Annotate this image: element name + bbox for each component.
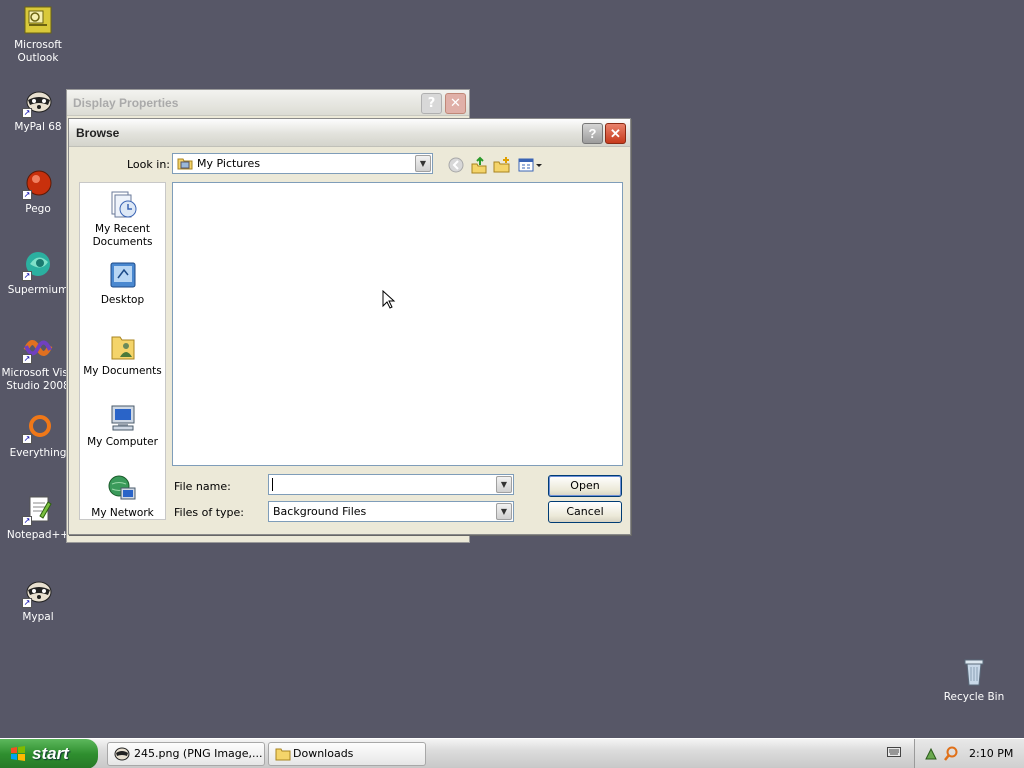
my-network-icon — [106, 473, 140, 505]
desktop-icon-supermium[interactable]: ↗ Supermium — [0, 249, 76, 297]
look-in-value: My Pictures — [197, 157, 261, 170]
folder-icon — [177, 157, 193, 170]
place-desktop[interactable]: Desktop — [80, 260, 165, 307]
new-folder-icon[interactable] — [493, 156, 511, 174]
shortcut-arrow-icon: ↗ — [22, 108, 32, 118]
close-button[interactable]: ✕ — [605, 123, 626, 144]
back-icon[interactable] — [447, 156, 465, 174]
outlook-icon — [22, 4, 54, 36]
everything-icon: ↗ — [22, 412, 54, 444]
desktop-icon-visual-studio[interactable]: ↗ Microsoft Visu Studio 2008 — [0, 332, 76, 393]
desktop-icon-label: Pego — [25, 203, 51, 215]
desktop-icon-pego[interactable]: ↗ Pego — [0, 168, 76, 216]
place-my-recent-documents[interactable]: My Recent Documents — [80, 189, 165, 249]
shortcut-arrow-icon: ↗ — [22, 354, 32, 364]
keyboard-icon[interactable] — [887, 746, 901, 758]
browse-dialog[interactable]: Browse ? ✕ Look in: My Pictures ▼ My Rec… — [68, 118, 631, 535]
desktop-icon-mypal68[interactable]: ↗ MyPal 68 — [0, 86, 76, 134]
chevron-down-icon[interactable]: ▼ — [415, 155, 431, 172]
desktop-icon-everything[interactable]: ↗ Everything — [0, 412, 76, 460]
desktop-icon-label: MyPal 68 — [14, 121, 62, 133]
place-label: My Recent Documents — [92, 223, 153, 248]
help-button[interactable]: ? — [421, 93, 442, 114]
shortcut-arrow-icon: ↗ — [22, 190, 32, 200]
system-tray: 2:10 PM — [914, 739, 1024, 768]
file-name-field[interactable]: ▼ — [268, 474, 514, 495]
taskbar: start 245.png (PNG Image,... Downloads 2… — [0, 738, 1024, 768]
desktop-icon-outlook[interactable]: Microsoft Outlook — [0, 4, 76, 65]
clock[interactable]: 2:10 PM — [969, 747, 1013, 760]
display-properties-titlebar[interactable]: Display Properties ? ✕ — [67, 90, 469, 116]
files-of-type-value: Background Files — [273, 505, 367, 518]
mypal-icon — [114, 747, 130, 761]
search-icon[interactable] — [943, 746, 959, 762]
dialog-title: Browse — [76, 126, 120, 140]
shortcut-arrow-icon: ↗ — [22, 434, 32, 444]
desktop-icon-label: Recycle Bin — [943, 691, 1005, 703]
windows-flag-icon — [11, 746, 25, 761]
place-label: Desktop — [100, 294, 145, 306]
taskbar-task-png-image[interactable]: 245.png (PNG Image,... — [107, 742, 265, 766]
shortcut-arrow-icon: ↗ — [22, 271, 32, 281]
task-label: 245.png (PNG Image,... — [134, 747, 263, 760]
desktop-icon-label: Microsoft Outlook — [14, 39, 62, 64]
desktop-icon-label: Everything — [9, 447, 67, 459]
desktop-icon — [106, 260, 140, 292]
places-bar: My Recent Documents Desktop My Documents… — [79, 182, 166, 520]
my-computer-icon — [106, 402, 140, 434]
my-documents-icon — [106, 331, 140, 363]
desktop-icon-notepadpp[interactable]: ↗ Notepad++ — [0, 494, 76, 542]
place-label: My Documents — [83, 365, 162, 377]
notepadpp-icon: ↗ — [22, 494, 54, 526]
views-menu-icon[interactable] — [517, 156, 543, 174]
chevron-down-icon[interactable]: ▼ — [496, 503, 512, 520]
start-label: start — [32, 744, 69, 763]
cancel-button[interactable]: Cancel — [548, 501, 622, 523]
desktop-icon-label: Mypal — [22, 611, 54, 623]
window-title: Display Properties — [73, 96, 179, 110]
file-name-label: File name: — [174, 480, 231, 493]
start-button[interactable]: start — [0, 739, 98, 768]
chevron-down-icon[interactable]: ▼ — [496, 476, 512, 493]
pego-icon: ↗ — [22, 168, 54, 200]
place-label: My Computer — [87, 436, 158, 448]
mouse-pointer-icon — [382, 290, 396, 309]
look-in-dropdown[interactable]: My Pictures ▼ — [172, 153, 433, 174]
open-button[interactable]: Open — [548, 475, 622, 497]
taskbar-task-downloads[interactable]: Downloads — [268, 742, 426, 766]
look-in-label: Look in: — [127, 158, 170, 171]
close-button[interactable]: ✕ — [445, 93, 466, 114]
desktop-icon-label: Microsoft Visu Studio 2008 — [1, 367, 75, 392]
browse-titlebar[interactable]: Browse ? ✕ — [69, 119, 630, 147]
tray-app-icon[interactable] — [925, 747, 939, 761]
shortcut-arrow-icon: ↗ — [22, 516, 32, 526]
task-label: Downloads — [293, 747, 354, 760]
place-my-computer[interactable]: My Computer — [80, 402, 165, 449]
desktop-icon-recycle-bin[interactable]: Recycle Bin — [936, 656, 1012, 704]
desktop-icon-label: Supermium — [7, 284, 69, 296]
supermium-icon: ↗ — [22, 249, 54, 281]
help-button[interactable]: ? — [582, 123, 603, 144]
place-my-documents[interactable]: My Documents — [80, 331, 165, 378]
place-label: My Network — [91, 507, 154, 519]
files-of-type-dropdown[interactable]: Background Files ▼ — [268, 501, 514, 522]
folder-icon — [275, 748, 291, 761]
desktop-icon-label: Notepad++ — [6, 529, 70, 541]
recycle-bin-icon — [958, 656, 990, 688]
mypal-icon: ↗ — [22, 86, 54, 118]
desktop-icon-mypal[interactable]: ↗ Mypal — [0, 576, 76, 624]
up-folder-icon[interactable] — [470, 156, 488, 174]
file-list-view[interactable] — [172, 182, 623, 466]
text-caret — [272, 478, 273, 491]
place-my-network[interactable]: My Network — [80, 473, 165, 520]
files-of-type-label: Files of type: — [174, 506, 245, 519]
visual-studio-icon: ↗ — [22, 332, 54, 364]
shortcut-arrow-icon: ↗ — [22, 598, 32, 608]
recent-documents-icon — [106, 189, 140, 221]
mypal-icon: ↗ — [22, 576, 54, 608]
